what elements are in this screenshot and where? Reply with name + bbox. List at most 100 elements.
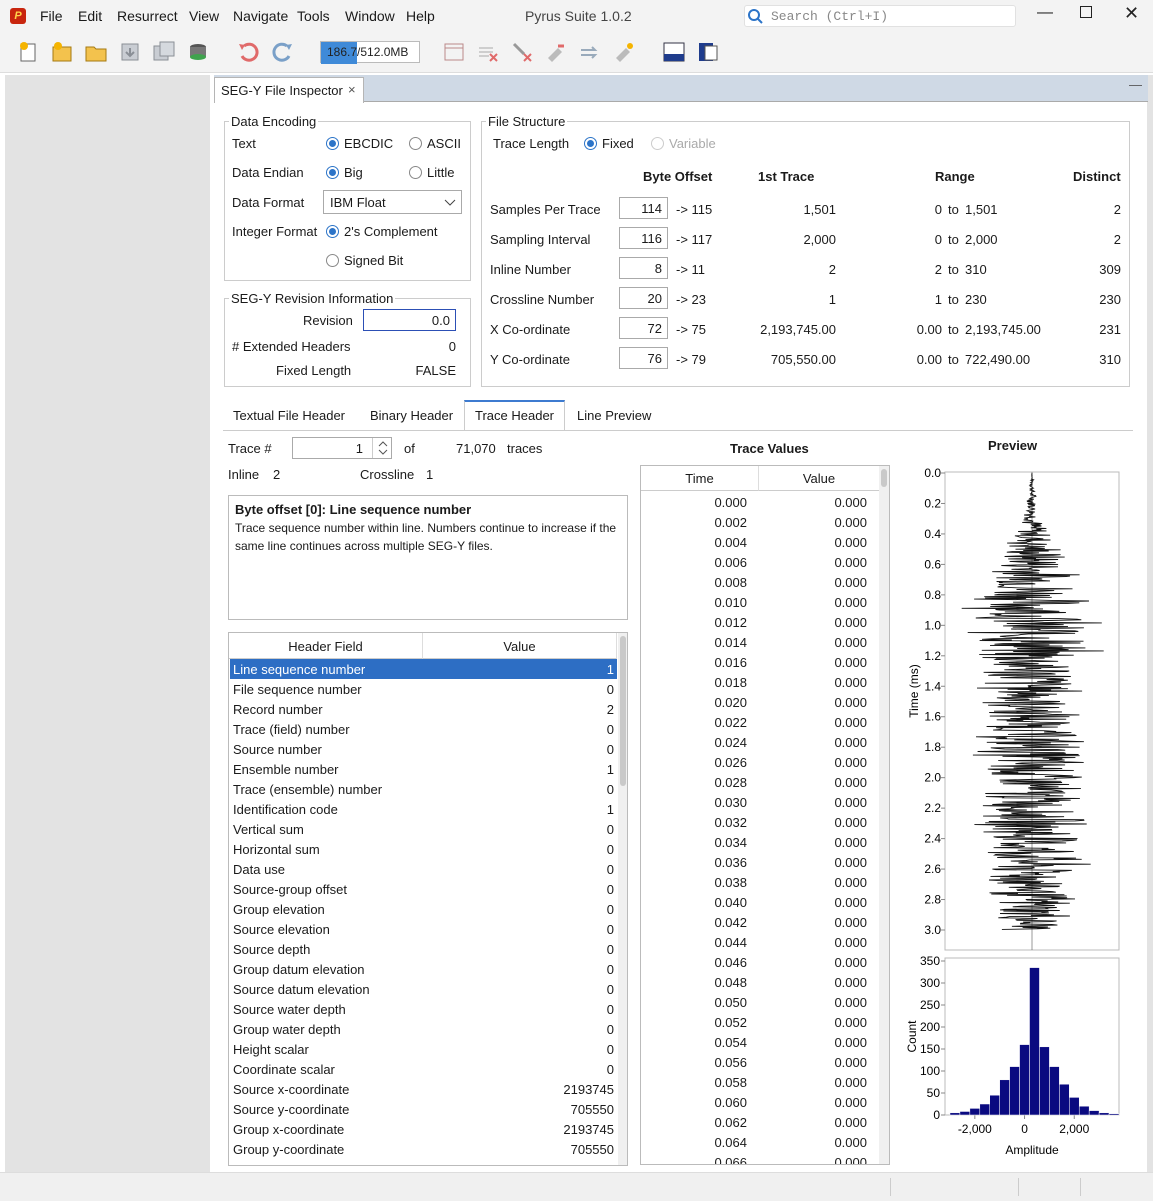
close-window-icon[interactable]: ✕ <box>1124 3 1139 24</box>
undo-icon[interactable] <box>236 40 260 64</box>
table-row[interactable]: 0.066 0.000 <box>641 1152 879 1164</box>
value-column[interactable]: Value <box>759 466 879 491</box>
menu-view[interactable]: View <box>189 8 219 24</box>
table-row[interactable]: Group x-coordinate 2193745 <box>230 1119 617 1139</box>
table-row[interactable]: Group water depth 0 <box>230 1019 617 1039</box>
table-row[interactable]: 0.000 0.000 <box>641 492 879 512</box>
ebcdic-radio[interactable] <box>326 137 339 150</box>
tab-line-preview[interactable]: Line Preview <box>577 408 651 423</box>
table-row[interactable]: 0.052 0.000 <box>641 1012 879 1032</box>
spinner-arrows-icon[interactable] <box>372 438 392 458</box>
byte-offset-input[interactable]: 76 <box>619 347 668 369</box>
export-icon[interactable] <box>696 40 720 64</box>
table-row[interactable]: 0.016 0.000 <box>641 652 879 672</box>
table-row[interactable]: 0.012 0.000 <box>641 612 879 632</box>
scrollbar-thumb[interactable] <box>881 469 887 487</box>
table-row[interactable]: File sequence number 0 <box>230 679 617 699</box>
table-row[interactable]: Record number 2 <box>230 699 617 719</box>
table-row[interactable]: Source water depth 0 <box>230 999 617 1019</box>
byte-offset-input[interactable]: 20 <box>619 287 668 309</box>
minimize-panel-icon[interactable]: — <box>1129 77 1142 92</box>
tab-close-icon[interactable]: × <box>348 82 356 97</box>
table-row[interactable]: 0.064 0.000 <box>641 1132 879 1152</box>
memory-indicator[interactable]: 186.7/512.0MB <box>320 41 420 64</box>
tab-segy-file-inspector[interactable]: SEG-Y File Inspector × <box>214 77 364 103</box>
twos-complement-radio[interactable] <box>326 225 339 238</box>
tab-trace-header[interactable]: Trace Header <box>475 408 554 423</box>
menu-window[interactable]: Window <box>345 8 395 24</box>
table-row[interactable]: Group elevation 0 <box>230 899 617 919</box>
save-icon[interactable] <box>118 40 142 64</box>
byte-offset-input[interactable]: 114 <box>619 197 668 219</box>
table-row[interactable]: 0.008 0.000 <box>641 572 879 592</box>
minimize-icon[interactable]: — <box>1037 4 1053 22</box>
open-folder-icon[interactable] <box>84 40 108 64</box>
table-row[interactable]: 0.042 0.000 <box>641 912 879 932</box>
table-row[interactable]: 0.036 0.000 <box>641 852 879 872</box>
table-row[interactable]: 0.050 0.000 <box>641 992 879 1012</box>
table-row[interactable]: 0.048 0.000 <box>641 972 879 992</box>
table-row[interactable]: 0.026 0.000 <box>641 752 879 772</box>
table-row[interactable]: Source-group offset 0 <box>230 879 617 899</box>
table-row[interactable]: 0.030 0.000 <box>641 792 879 812</box>
menu-resurrect[interactable]: Resurrect <box>117 8 178 24</box>
big-endian-radio[interactable] <box>326 166 339 179</box>
scrollbar-thumb[interactable] <box>620 636 626 786</box>
table-row[interactable]: Source datum elevation 0 <box>230 979 617 999</box>
table-row[interactable]: 0.002 0.000 <box>641 512 879 532</box>
table-row[interactable]: 0.028 0.000 <box>641 772 879 792</box>
header-field-table[interactable]: Header Field Value Line sequence number 1… <box>228 632 628 1166</box>
table-row[interactable]: Line sequence number 1 <box>230 659 617 679</box>
table-row[interactable]: Horizontal sum 0 <box>230 839 617 859</box>
table-row[interactable]: Identification code 1 <box>230 799 617 819</box>
table-row[interactable]: Source number 0 <box>230 739 617 759</box>
table-row[interactable]: Source x-coordinate 2193745 <box>230 1079 617 1099</box>
table-row[interactable]: Group y-coordinate 705550 <box>230 1139 617 1159</box>
tab-binary-header[interactable]: Binary Header <box>370 408 453 423</box>
data-format-select[interactable]: IBM Float <box>323 190 462 214</box>
delete-icon[interactable] <box>476 40 500 64</box>
trace-number-spinner[interactable]: 1 <box>292 437 392 459</box>
table-row[interactable]: Height scalar 0 <box>230 1039 617 1059</box>
fixed-radio[interactable] <box>584 137 597 150</box>
pick-icon[interactable] <box>544 40 568 64</box>
variable-radio[interactable] <box>651 137 664 150</box>
table-row[interactable]: 0.014 0.000 <box>641 632 879 652</box>
table-row[interactable]: Source depth 0 <box>230 939 617 959</box>
tab-textual-file-header[interactable]: Textual File Header <box>233 408 345 423</box>
segy-icon[interactable] <box>662 40 686 64</box>
revision-input[interactable]: 0.0 <box>363 309 456 331</box>
menu-help[interactable]: Help <box>406 8 435 24</box>
table-row[interactable]: Ensemble number 1 <box>230 759 617 779</box>
table-row[interactable]: 0.054 0.000 <box>641 1032 879 1052</box>
table-row[interactable]: 0.060 0.000 <box>641 1092 879 1112</box>
table-row[interactable]: 0.046 0.000 <box>641 952 879 972</box>
value-column[interactable]: Value <box>423 633 617 659</box>
merge-icon[interactable] <box>578 40 602 64</box>
menu-file[interactable]: File <box>40 8 63 24</box>
header-field-column[interactable]: Header Field <box>229 633 423 659</box>
signed-bit-radio[interactable] <box>326 254 339 267</box>
table-row[interactable]: Group datum elevation 0 <box>230 959 617 979</box>
table-row[interactable]: 0.038 0.000 <box>641 872 879 892</box>
database-icon[interactable] <box>186 40 210 64</box>
table-row[interactable]: Data use 0 <box>230 859 617 879</box>
save-all-icon[interactable] <box>152 40 176 64</box>
maximize-icon[interactable] <box>1080 6 1092 18</box>
new-project-icon[interactable] <box>50 40 74 64</box>
table-row[interactable]: Trace (field) number 0 <box>230 719 617 739</box>
menu-tools[interactable]: Tools <box>297 8 330 24</box>
auto-pick-icon[interactable] <box>612 40 636 64</box>
table-row[interactable]: 0.034 0.000 <box>641 832 879 852</box>
remove-tool-icon[interactable] <box>510 40 534 64</box>
table-row[interactable]: 0.006 0.000 <box>641 552 879 572</box>
table-row[interactable]: 0.010 0.000 <box>641 592 879 612</box>
table-row[interactable]: Trace (ensemble) number 0 <box>230 779 617 799</box>
time-column[interactable]: Time <box>641 466 759 491</box>
menu-navigate[interactable]: Navigate <box>233 8 288 24</box>
table-row[interactable]: 0.062 0.000 <box>641 1112 879 1132</box>
ascii-radio[interactable] <box>409 137 422 150</box>
table-row[interactable]: 0.044 0.000 <box>641 932 879 952</box>
table-row[interactable]: 0.032 0.000 <box>641 812 879 832</box>
table-row[interactable]: 0.022 0.000 <box>641 712 879 732</box>
